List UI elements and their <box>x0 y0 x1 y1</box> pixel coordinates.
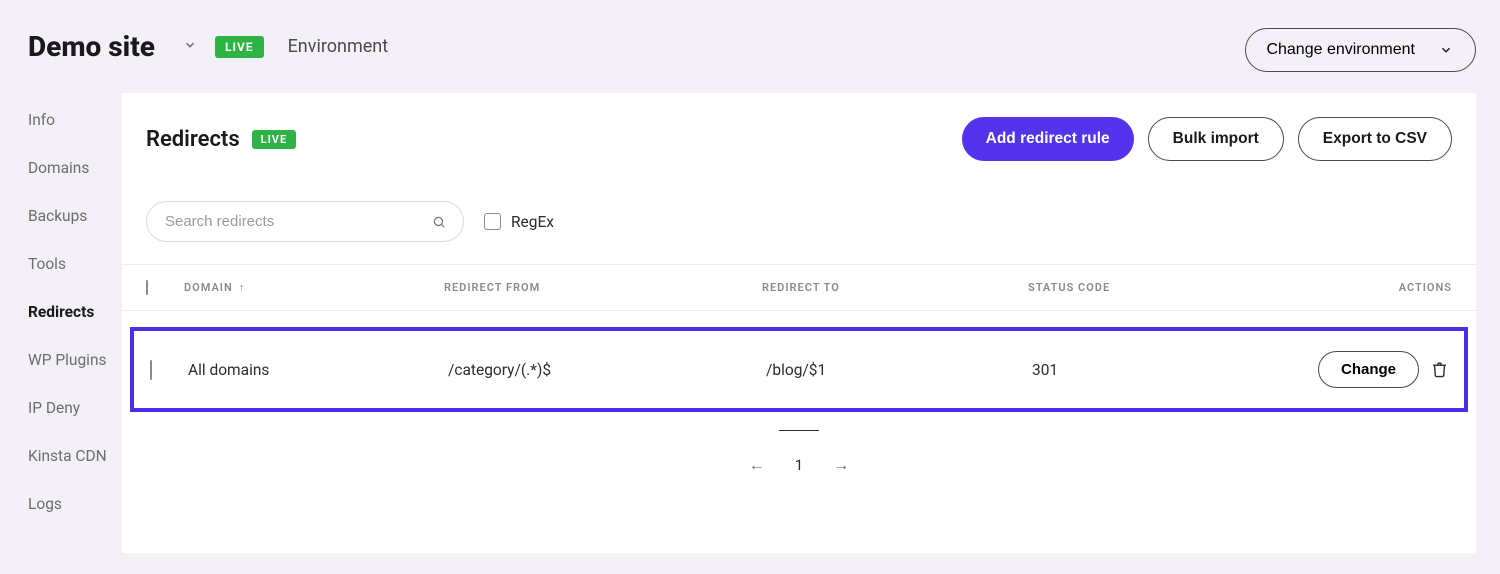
regex-checkbox[interactable] <box>484 213 501 230</box>
main-header: Redirects LIVE Add redirect rule Bulk im… <box>122 93 1476 161</box>
chevron-down-icon <box>183 38 197 52</box>
regex-label: RegEx <box>511 213 554 231</box>
page-header: Demo site LIVE Environment Change enviro… <box>0 0 1500 93</box>
main-actions: Add redirect rule Bulk import Export to … <box>962 117 1452 161</box>
cell-status-code: 301 <box>1032 361 1318 379</box>
sidebar-item-wp-plugins[interactable]: WP Plugins <box>28 351 122 369</box>
sidebar-item-domains[interactable]: Domains <box>28 159 122 177</box>
column-redirect-to[interactable]: REDIRECT TO <box>762 281 1028 294</box>
redirects-table: DOMAIN ↑ REDIRECT FROM REDIRECT TO STATU… <box>122 264 1476 489</box>
pager-current: 1 <box>795 456 803 474</box>
cell-redirect-to: /blog/$1 <box>766 361 1032 379</box>
add-redirect-button[interactable]: Add redirect rule <box>962 117 1134 161</box>
cell-actions: Change <box>1318 351 1448 388</box>
sidebar-item-logs[interactable]: Logs <box>28 495 122 513</box>
layout: Info Domains Backups Tools Redirects WP … <box>0 93 1500 553</box>
sidebar-item-ip-deny[interactable]: IP Deny <box>28 399 122 417</box>
table-header: DOMAIN ↑ REDIRECT FROM REDIRECT TO STATU… <box>122 264 1476 311</box>
change-button[interactable]: Change <box>1318 351 1419 388</box>
column-actions-label: ACTIONS <box>1399 281 1452 294</box>
page-live-badge: LIVE <box>252 130 297 149</box>
pagination: ← 1 → <box>122 430 1476 489</box>
cell-redirect-from: /category/(.*)$ <box>448 361 766 379</box>
pager-prev[interactable]: ← <box>749 455 765 475</box>
sidebar: Info Domains Backups Tools Redirects WP … <box>0 93 122 553</box>
sidebar-item-backups[interactable]: Backups <box>28 207 122 225</box>
main-panel: Redirects LIVE Add redirect rule Bulk im… <box>122 93 1476 553</box>
column-redirect-from[interactable]: REDIRECT FROM <box>444 281 762 294</box>
sidebar-item-redirects[interactable]: Redirects <box>28 303 122 321</box>
search-wrapper <box>146 201 464 242</box>
pager-next[interactable]: → <box>833 455 849 475</box>
column-status-code[interactable]: STATUS CODE <box>1028 281 1314 294</box>
environment-live-badge: LIVE <box>215 36 264 58</box>
pager-divider <box>779 430 819 431</box>
column-domain[interactable]: DOMAIN ↑ <box>184 281 444 294</box>
environment-label: Environment <box>288 36 389 57</box>
sort-arrow-icon: ↑ <box>239 281 246 294</box>
chevron-down-icon <box>1439 43 1453 57</box>
site-switcher[interactable] <box>173 37 197 56</box>
column-domain-label: DOMAIN <box>184 281 233 294</box>
regex-toggle[interactable]: RegEx <box>484 213 554 231</box>
trash-icon[interactable] <box>1431 361 1448 378</box>
select-all-checkbox[interactable] <box>146 280 148 295</box>
bulk-import-button[interactable]: Bulk import <box>1148 117 1284 161</box>
row-checkbox[interactable] <box>150 360 152 380</box>
table-row: All domains /category/(.*)$ /blog/$1 301… <box>134 331 1464 408</box>
search-input[interactable] <box>146 201 464 242</box>
site-title: Demo site <box>28 30 155 63</box>
search-icon <box>432 215 446 229</box>
highlighted-row: All domains /category/(.*)$ /blog/$1 301… <box>130 327 1468 412</box>
sidebar-item-info[interactable]: Info <box>28 111 122 129</box>
cell-domain: All domains <box>188 361 448 379</box>
change-environment-button[interactable]: Change environment <box>1245 28 1476 72</box>
filters-bar: RegEx <box>122 161 1476 264</box>
column-actions: ACTIONS <box>1314 281 1452 294</box>
export-csv-button[interactable]: Export to CSV <box>1298 117 1452 161</box>
sidebar-item-tools[interactable]: Tools <box>28 255 122 273</box>
page-title: Redirects <box>146 127 240 152</box>
change-environment-label: Change environment <box>1266 41 1415 59</box>
sidebar-item-kinsta-cdn[interactable]: Kinsta CDN <box>28 447 122 465</box>
